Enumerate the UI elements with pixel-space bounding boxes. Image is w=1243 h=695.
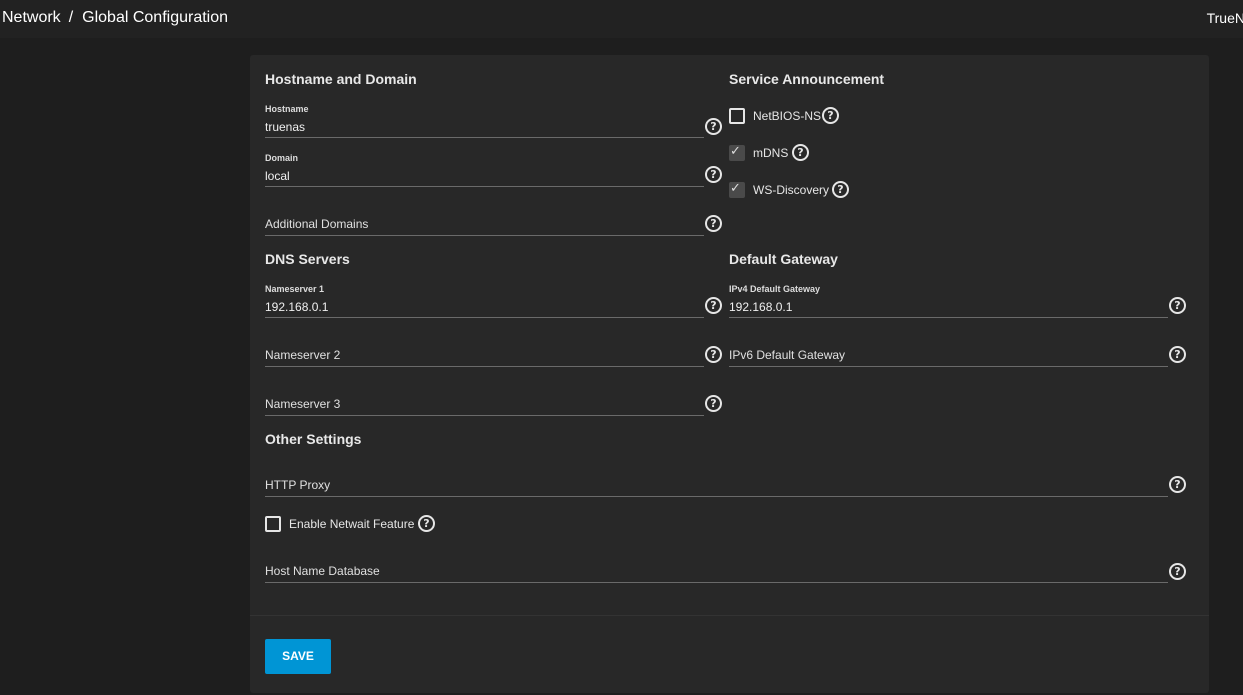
nameserver2-placeholder: Nameserver 2 (265, 348, 341, 362)
actions-divider (250, 615, 1209, 616)
section-title-default-gateway: Default Gateway (729, 251, 838, 267)
checkmark-icon: ✓ (730, 181, 741, 196)
domain-help-icon[interactable]: ? (705, 166, 722, 183)
checkmark-icon: ✓ (730, 144, 741, 159)
http-proxy-placeholder: HTTP Proxy (265, 478, 331, 492)
global-configuration-form: Hostname and Domain Hostname truenas ? D… (250, 55, 1209, 693)
additional-domains-help-icon[interactable]: ? (705, 215, 722, 232)
host-name-database-placeholder: Host Name Database (265, 564, 380, 578)
host-name-database-field[interactable]: Host Name Database (265, 551, 1168, 583)
netwait-checkbox[interactable] (265, 516, 281, 532)
netbios-ns-help-icon[interactable]: ? (822, 107, 839, 124)
additional-domains-placeholder: Additional Domains (265, 217, 369, 231)
section-title-dns-servers: DNS Servers (265, 251, 350, 267)
netbios-ns-checkbox[interactable] (729, 108, 745, 124)
section-title-other-settings: Other Settings (265, 431, 362, 447)
mdns-checkbox[interactable]: ✓ (729, 144, 745, 161)
ipv6-gateway-placeholder: IPv6 Default Gateway (729, 348, 846, 362)
domain-label: Domain (265, 153, 299, 163)
netbios-ns-label: NetBIOS-NS (753, 109, 822, 123)
ipv6-gateway-field[interactable]: IPv6 Default Gateway (729, 335, 1168, 367)
breadcrumb-network-link[interactable]: Network (2, 9, 61, 26)
nameserver1-value[interactable]: 192.168.0.1 (265, 300, 328, 314)
hostname-value[interactable]: truenas (265, 120, 305, 134)
ws-discovery-help-icon[interactable]: ? (832, 181, 849, 198)
netwait-help-icon[interactable]: ? (418, 515, 435, 532)
host-name-database-help-icon[interactable]: ? (1169, 563, 1186, 580)
nameserver2-field[interactable]: Nameserver 2 (265, 335, 704, 367)
ipv4-gateway-label: IPv4 Default Gateway (729, 284, 821, 294)
breadcrumb-separator: / (68, 9, 74, 26)
hostname-field[interactable]: Hostname truenas (265, 104, 704, 138)
ipv4-gateway-help-icon[interactable]: ? (1169, 297, 1186, 314)
hostname-help-icon[interactable]: ? (705, 118, 722, 135)
nameserver3-help-icon[interactable]: ? (705, 395, 722, 412)
nameserver1-help-icon[interactable]: ? (705, 297, 722, 314)
domain-field[interactable]: Domain local (265, 153, 704, 187)
ipv4-gateway-value[interactable]: 192.168.0.1 (729, 300, 792, 314)
breadcrumb: Network / Global Configuration (2, 9, 228, 27)
ws-discovery-checkbox[interactable]: ✓ (729, 181, 745, 198)
additional-domains-field[interactable]: Additional Domains (265, 204, 704, 236)
nameserver2-help-icon[interactable]: ? (705, 346, 722, 363)
hostname-label: Hostname (265, 104, 309, 114)
brand-label: TrueN (1206, 10, 1243, 26)
ipv4-gateway-field[interactable]: IPv4 Default Gateway 192.168.0.1 (729, 284, 1168, 318)
ipv6-gateway-help-icon[interactable]: ? (1169, 346, 1186, 363)
nameserver1-field[interactable]: Nameserver 1 192.168.0.1 (265, 284, 704, 318)
breadcrumb-current: Global Configuration (82, 9, 229, 26)
section-title-service-announcement: Service Announcement (729, 71, 885, 87)
save-button[interactable]: SAVE (265, 639, 331, 674)
ws-discovery-label: WS-Discovery (753, 183, 830, 197)
nameserver3-field[interactable]: Nameserver 3 (265, 384, 704, 416)
http-proxy-help-icon[interactable]: ? (1169, 476, 1186, 493)
top-bar: Network / Global Configuration TrueN (0, 0, 1243, 38)
netwait-label: Enable Netwait Feature (289, 517, 415, 531)
mdns-help-icon[interactable]: ? (792, 144, 809, 161)
mdns-label: mDNS (753, 146, 789, 160)
section-title-hostname-domain: Hostname and Domain (265, 71, 417, 87)
domain-value[interactable]: local (265, 169, 290, 183)
http-proxy-field[interactable]: HTTP Proxy (265, 465, 1168, 497)
nameserver1-label: Nameserver 1 (265, 284, 325, 294)
nameserver3-placeholder: Nameserver 3 (265, 397, 341, 411)
